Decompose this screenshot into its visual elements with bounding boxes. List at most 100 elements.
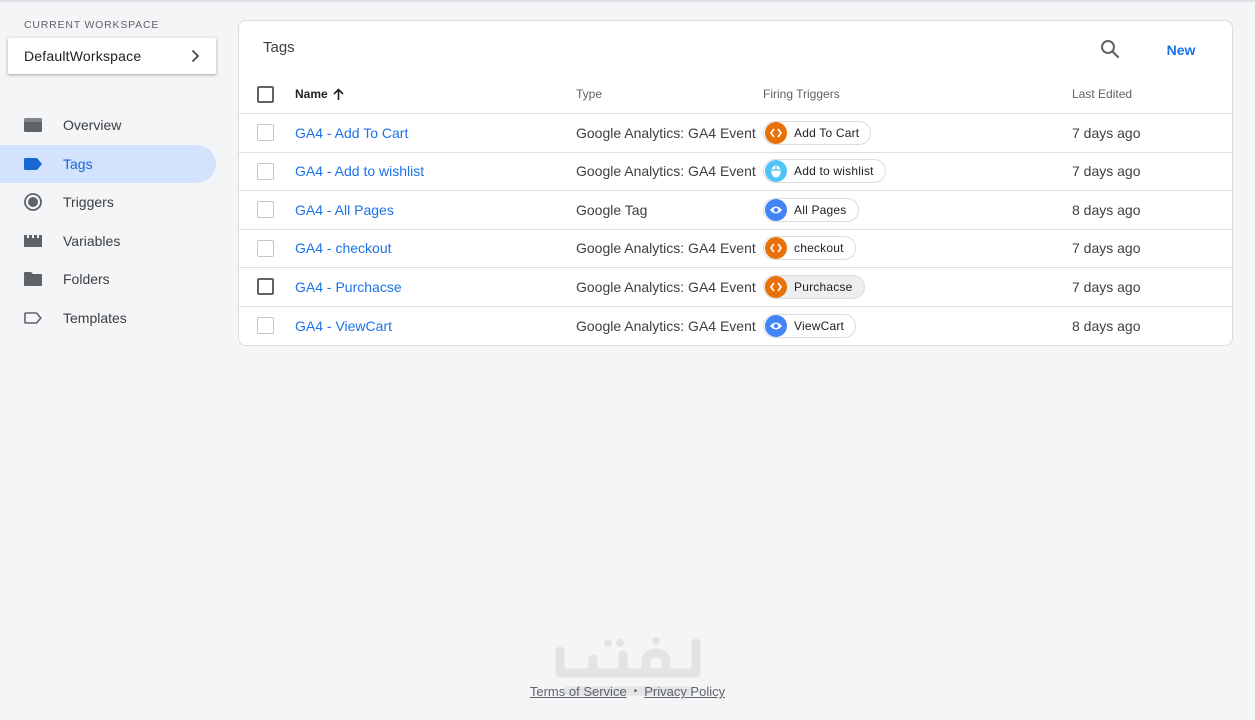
sidebar-nav: Overview Tags Triggers Variables Folders [0,106,216,337]
watermark-logo [555,637,701,696]
footer-separator: • [633,686,638,697]
sidebar-item-label: Variables [63,232,121,249]
custom-event-icon [765,237,787,260]
tag-name-link[interactable]: GA4 - Purchacse [295,279,402,295]
row-check-cell [257,153,277,191]
tag-name-link[interactable]: GA4 - Add to wishlist [295,163,424,179]
workspace-selector[interactable]: DefaultWorkspace [8,38,216,74]
tag-name-link[interactable]: GA4 - Add To Cart [295,125,408,141]
sidebar-item-folders[interactable]: Folders [0,260,216,299]
table-row[interactable]: GA4 - checkout Google Analytics: GA4 Eve… [239,230,1232,268]
column-header-firing-triggers[interactable]: Firing Triggers [763,75,840,113]
sidebar-item-templates[interactable]: Templates [0,299,216,338]
table-header: Name Type Firing Triggers Last Edited [239,75,1232,114]
tag-name-link[interactable]: GA4 - checkout [295,240,392,256]
row-check-cell [257,268,277,306]
trigger-chip[interactable]: checkout [763,236,856,261]
row-checkbox[interactable] [257,162,274,180]
trigger-chip[interactable]: Purchacse [763,274,865,299]
column-header-last-edited[interactable]: Last Edited [1072,75,1132,113]
trigger-cell: Add to wishlist [763,153,886,191]
row-check-cell [257,114,277,152]
row-checkbox[interactable] [257,278,274,296]
column-label: Firing Triggers [763,87,840,101]
column-header-type[interactable]: Type [576,75,602,113]
overview-icon [24,116,42,134]
name-cell: GA4 - ViewCart [295,307,392,346]
trigger-chip-label: checkout [794,241,844,256]
trigger-chip-label: All Pages [794,202,847,217]
table-row[interactable]: GA4 - Add to wishlist Google Analytics: … [239,153,1232,191]
tag-name-link[interactable]: GA4 - ViewCart [295,318,392,334]
last-edited-cell: 8 days ago [1072,317,1141,334]
tags-panel: Tags New Name Type Firing Triggers Last … [238,20,1233,346]
variables-icon [24,232,42,250]
arrow-up-icon [333,87,344,100]
sidebar-item-overview[interactable]: Overview [0,106,216,145]
workspace-label: CURRENT WORKSPACE [24,19,160,31]
row-checkbox[interactable] [257,124,274,142]
search-icon[interactable] [1099,38,1121,60]
row-check-cell [257,230,277,268]
sidebar-item-variables[interactable]: Variables [0,222,216,261]
trigger-cell: Purchacse [763,268,865,306]
last-edited-cell: 7 days ago [1072,124,1141,141]
folder-icon [24,270,42,288]
trigger-chip[interactable]: ViewCart [763,313,857,338]
privacy-link[interactable]: Privacy Policy [644,684,725,699]
type-cell: Google Analytics: GA4 Event [576,278,756,295]
sidebar: CURRENT WORKSPACE DefaultWorkspace Overv… [0,0,228,720]
row-check-cell [257,191,277,229]
type-cell: Google Analytics: GA4 Event [576,163,756,180]
trigger-chip-label: Add to wishlist [794,164,874,179]
name-cell: GA4 - checkout [295,230,392,268]
sidebar-item-tags[interactable]: Tags [0,144,216,183]
type-cell: Google Analytics: GA4 Event [576,124,756,141]
custom-event-icon [765,275,787,298]
sidebar-item-label: Templates [63,309,127,326]
click-icon [765,160,787,183]
pageview-icon [765,198,787,221]
name-cell: GA4 - All Pages [295,191,394,229]
row-check-cell [257,307,277,346]
new-tag-button[interactable]: New [1149,36,1213,64]
table-row[interactable]: GA4 - Add To Cart Google Analytics: GA4 … [239,114,1232,153]
row-checkbox[interactable] [257,317,274,335]
trigger-cell: ViewCart [763,307,857,346]
table-row[interactable]: GA4 - All Pages Google Tag All Pages 8 d… [239,191,1232,230]
trigger-chip[interactable]: Add To Cart [763,120,872,145]
table-row[interactable]: GA4 - Purchacse Google Analytics: GA4 Ev… [239,268,1232,307]
row-checkbox[interactable] [257,239,274,257]
type-cell: Google Analytics: GA4 Event [576,240,756,257]
row-checkbox[interactable] [257,201,274,219]
sidebar-item-triggers[interactable]: Triggers [0,183,216,222]
trigger-cell: Add To Cart [763,114,872,152]
trigger-chip[interactable]: Add to wishlist [763,159,886,184]
header-check-cell [257,75,277,113]
table-row[interactable]: GA4 - ViewCart Google Analytics: GA4 Eve… [239,307,1232,346]
trigger-cell: checkout [763,230,856,268]
chevron-right-icon [191,49,200,63]
terms-link[interactable]: Terms of Service [530,684,627,699]
column-label: Last Edited [1072,87,1133,101]
trigger-chip-label: ViewCart [794,318,845,333]
last-edited-cell: 7 days ago [1072,240,1141,257]
tag-name-link[interactable]: GA4 - All Pages [295,202,394,218]
trigger-chip-label: Add To Cart [794,125,860,140]
last-edited-cell: 8 days ago [1072,201,1141,218]
select-all-checkbox[interactable] [257,85,274,103]
panel-title: Tags [263,39,295,56]
column-header-name[interactable]: Name [295,75,345,113]
pageview-icon [765,314,787,337]
trigger-icon [24,193,42,212]
trigger-chip[interactable]: All Pages [763,197,859,222]
column-label: Name [295,87,328,101]
custom-event-icon [765,121,787,144]
type-cell: Google Tag [576,201,648,218]
sidebar-item-label: Overview [63,117,122,134]
sidebar-item-label: Folders [63,271,110,288]
tag-icon [24,155,42,173]
column-label: Type [576,87,603,101]
last-edited-cell: 7 days ago [1072,278,1141,295]
name-cell: GA4 - Add To Cart [295,114,408,152]
